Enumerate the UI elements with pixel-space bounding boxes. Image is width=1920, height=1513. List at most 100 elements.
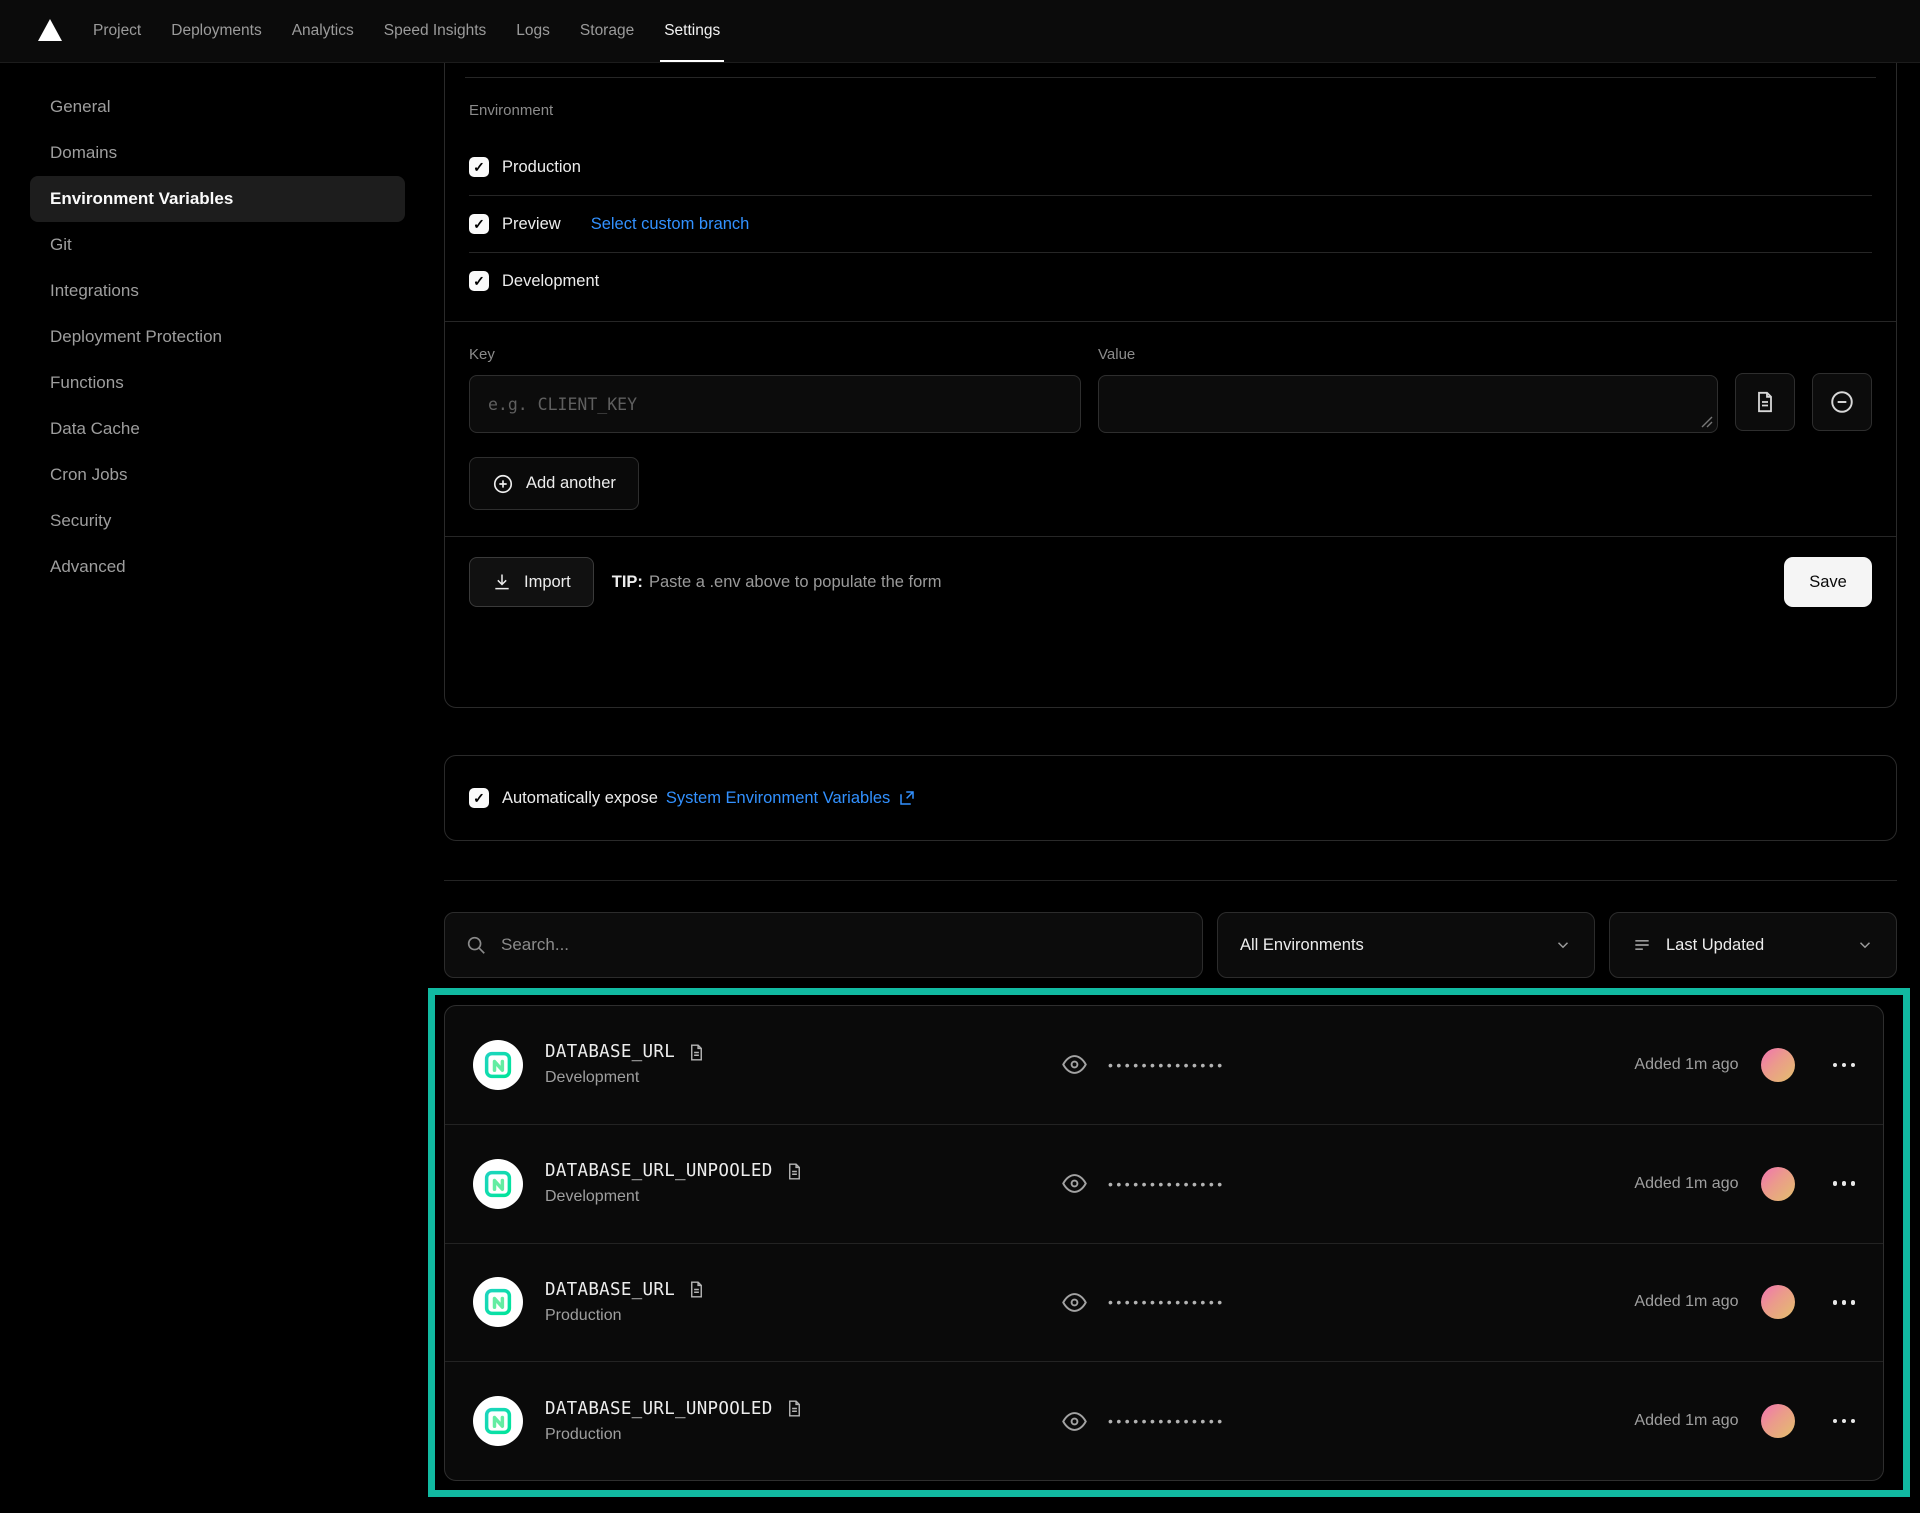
neon-integration-icon [473, 1159, 523, 1209]
development-checkbox[interactable] [469, 271, 489, 291]
row-menu-button[interactable] [1833, 1419, 1856, 1424]
production-label: Production [502, 158, 581, 177]
added-timestamp: Added 1m ago [1634, 1412, 1738, 1430]
system-env-variables-link-text: System Environment Variables [666, 789, 890, 808]
key-input[interactable] [469, 375, 1081, 433]
env-var-name: DATABASE_URL [545, 1042, 675, 1062]
value-label: Value [1098, 346, 1718, 363]
search-icon [465, 934, 487, 956]
nav-item-project[interactable]: Project [78, 0, 156, 62]
row-menu-button[interactable] [1833, 1181, 1856, 1186]
env-var-row[interactable]: DATABASE_URL Development •••••••••••••• [445, 1006, 1883, 1124]
settings-sidebar: General Domains Environment Variables Gi… [30, 84, 405, 590]
nav-item-logs[interactable]: Logs [501, 0, 565, 62]
env-var-environment: Production [545, 1426, 1061, 1444]
vercel-logo-icon[interactable] [38, 19, 62, 41]
environment-filter-value: All Environments [1240, 936, 1364, 955]
sidebar-item-advanced[interactable]: Advanced [30, 544, 405, 590]
user-avatar [1761, 1285, 1795, 1319]
neon-integration-icon [473, 1396, 523, 1446]
sidebar-item-data-cache[interactable]: Data Cache [30, 406, 405, 452]
env-var-environment: Development [545, 1188, 1061, 1206]
added-timestamp: Added 1m ago [1634, 1293, 1738, 1311]
nav-item-speed-insights[interactable]: Speed Insights [369, 0, 502, 62]
env-var-form-card: Disabled Environment Production Preview … [444, 0, 1897, 708]
minus-circle-icon [1829, 389, 1855, 415]
sidebar-item-functions[interactable]: Functions [30, 360, 405, 406]
sort-icon [1632, 935, 1652, 955]
key-value-form: Key Value [445, 321, 1896, 433]
eye-icon[interactable] [1061, 1408, 1088, 1435]
sidebar-item-environment-variables[interactable]: Environment Variables [30, 176, 405, 222]
file-text-icon[interactable] [687, 1043, 706, 1062]
env-var-row[interactable]: DATABASE_URL Production •••••••••••••• [445, 1243, 1883, 1362]
value-input[interactable] [1098, 375, 1718, 433]
environment-filter-dropdown[interactable]: All Environments [1217, 912, 1595, 978]
system-env-variables-link[interactable]: System Environment Variables [666, 789, 916, 808]
expose-system-env-checkbox[interactable] [469, 788, 489, 808]
save-button[interactable]: Save [1784, 557, 1872, 607]
add-another-button[interactable]: Add another [469, 457, 639, 510]
filter-bar: All Environments Last Updated [444, 912, 1897, 978]
nav-item-storage[interactable]: Storage [565, 0, 649, 62]
key-label: Key [469, 346, 1081, 363]
nav-item-deployments[interactable]: Deployments [156, 0, 276, 62]
tip-text: TIP:Paste a .env above to populate the f… [612, 573, 942, 592]
masked-value: •••••••••••••• [1108, 1176, 1226, 1192]
search-input[interactable] [501, 935, 1182, 955]
sort-value: Last Updated [1666, 936, 1764, 955]
sidebar-item-security[interactable]: Security [30, 498, 405, 544]
environment-section: Environment Production Preview Select cu… [445, 78, 1896, 313]
env-var-row[interactable]: DATABASE_URL_UNPOOLED Development ••••••… [445, 1124, 1883, 1243]
file-text-icon[interactable] [785, 1399, 804, 1418]
sidebar-item-general[interactable]: General [30, 84, 405, 130]
added-timestamp: Added 1m ago [1634, 1175, 1738, 1193]
file-text-icon[interactable] [785, 1162, 804, 1181]
sidebar-item-domains[interactable]: Domains [30, 130, 405, 176]
chevron-down-icon [1856, 936, 1874, 954]
row-menu-button[interactable] [1833, 1300, 1856, 1305]
resize-handle[interactable] [1701, 416, 1713, 428]
env-var-name: DATABASE_URL_UNPOOLED [545, 1399, 773, 1419]
development-label: Development [502, 272, 599, 291]
top-nav: Project Deployments Analytics Speed Insi… [0, 0, 1920, 63]
expose-label: Automatically expose [502, 789, 658, 808]
row-menu-button[interactable] [1833, 1063, 1856, 1068]
preview-checkbox[interactable] [469, 214, 489, 234]
sort-dropdown[interactable]: Last Updated [1609, 912, 1897, 978]
environment-option-production: Production [469, 139, 1872, 195]
select-custom-branch-link[interactable]: Select custom branch [591, 215, 750, 234]
environment-option-development: Development [469, 253, 1872, 309]
env-var-list: DATABASE_URL Development •••••••••••••• [444, 1005, 1884, 1481]
remove-row-button[interactable] [1812, 373, 1872, 431]
eye-icon[interactable] [1061, 1289, 1088, 1316]
import-button[interactable]: Import [469, 557, 594, 607]
masked-value: •••••••••••••• [1108, 1413, 1226, 1429]
add-another-label: Add another [526, 474, 616, 493]
neon-integration-icon [473, 1277, 523, 1327]
added-timestamp: Added 1m ago [1634, 1056, 1738, 1074]
nav-item-analytics[interactable]: Analytics [277, 0, 369, 62]
sidebar-item-cron-jobs[interactable]: Cron Jobs [30, 452, 405, 498]
env-var-environment: Development [545, 1069, 1061, 1087]
environment-section-label: Environment [469, 102, 1872, 119]
nav-item-settings[interactable]: Settings [649, 0, 735, 62]
system-env-expose-card: Automatically expose System Environment … [444, 755, 1897, 841]
user-avatar [1761, 1404, 1795, 1438]
chevron-down-icon [1554, 936, 1572, 954]
sidebar-item-deployment-protection[interactable]: Deployment Protection [30, 314, 405, 360]
sidebar-item-git[interactable]: Git [30, 222, 405, 268]
preview-label: Preview [502, 215, 561, 234]
user-avatar [1761, 1167, 1795, 1201]
env-var-row[interactable]: DATABASE_URL_UNPOOLED Production •••••••… [445, 1361, 1883, 1480]
eye-icon[interactable] [1061, 1051, 1088, 1078]
paste-env-file-button[interactable] [1735, 373, 1795, 431]
production-checkbox[interactable] [469, 157, 489, 177]
sidebar-item-integrations[interactable]: Integrations [30, 268, 405, 314]
masked-value: •••••••••••••• [1108, 1057, 1226, 1073]
file-text-icon[interactable] [687, 1280, 706, 1299]
file-text-icon [1753, 390, 1777, 414]
eye-icon[interactable] [1061, 1170, 1088, 1197]
environment-option-preview: Preview Select custom branch [469, 196, 1872, 252]
env-var-name: DATABASE_URL [545, 1280, 675, 1300]
